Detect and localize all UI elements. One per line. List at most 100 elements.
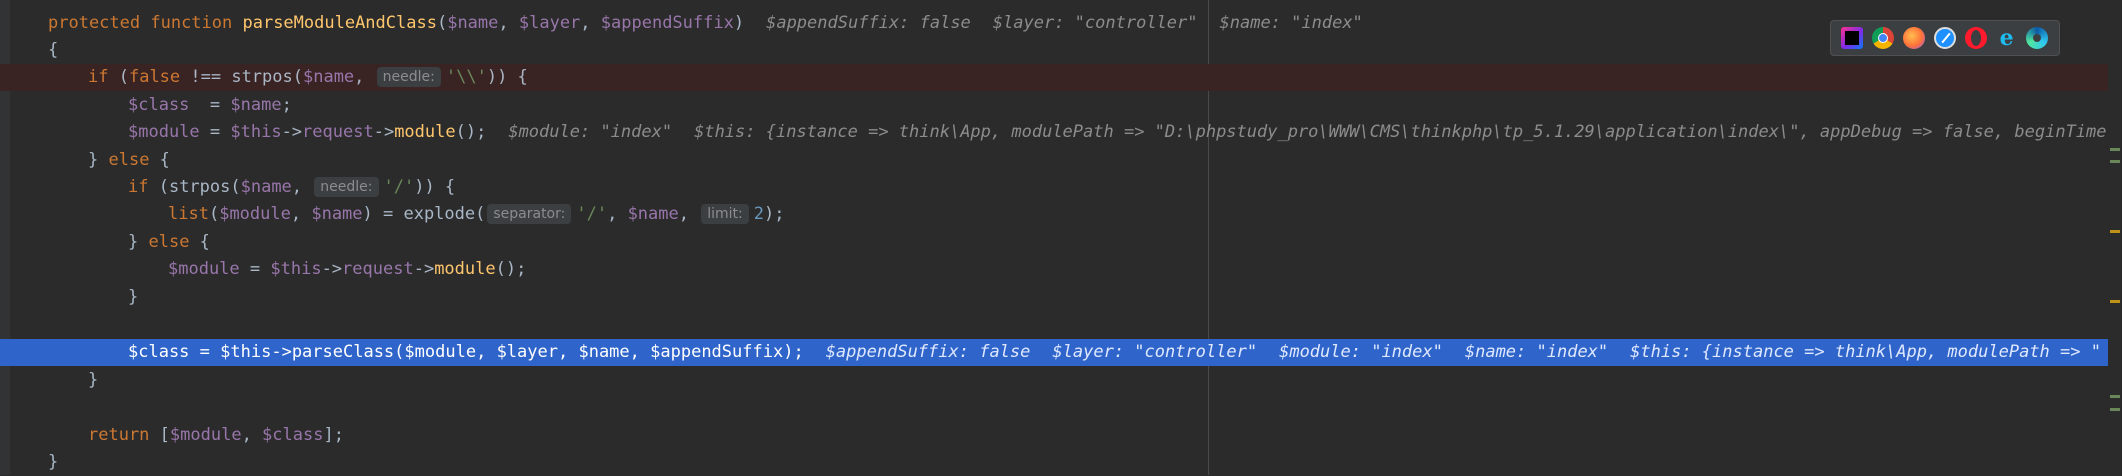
debug-inline-value[interactable]: $name: "index"	[1465, 342, 1608, 362]
code-token: return	[88, 425, 160, 445]
code-line-blank-2[interactable]	[0, 394, 2122, 421]
code-line-inner-close[interactable]: }	[0, 284, 2122, 311]
parameter-hint: needle:	[376, 67, 441, 87]
code-token: ,	[678, 204, 700, 224]
code-line-parse-class[interactable]: $class = $this->parseClass($module, $lay…	[0, 339, 2122, 366]
code-text: }	[48, 367, 98, 394]
code-line-return[interactable]: return [$module, $class];	[0, 422, 2122, 449]
code-token: false	[128, 67, 191, 87]
code-token: (	[118, 67, 129, 87]
code-line-list-explode[interactable]: list($module, $name) = explode(separator…	[0, 201, 2122, 228]
code-token: );	[783, 342, 804, 362]
code-token: }	[48, 452, 59, 472]
code-token: (strpos(	[158, 177, 241, 197]
code-text: $class = $this->parseClass($module, $lay…	[48, 339, 2101, 366]
stripe-marker[interactable]	[2110, 395, 2120, 398]
code-token: =	[189, 95, 231, 115]
parameter-hint: needle:	[314, 177, 379, 197]
code-token: ,	[290, 204, 312, 224]
code-line-else-open[interactable]: } else {	[0, 147, 2122, 174]
code-token: if	[88, 67, 119, 87]
debug-inline-value[interactable]: $appendSuffix: false	[766, 13, 971, 33]
stripe-marker[interactable]	[2110, 160, 2120, 163]
code-token: }	[128, 287, 139, 307]
code-token: ();	[495, 259, 527, 279]
code-text: } else {	[48, 229, 210, 256]
code-text: $class = $name;	[48, 92, 292, 119]
chrome-icon[interactable]	[1872, 27, 1895, 49]
code-token: ->	[413, 259, 435, 279]
code-token: ) = explode(	[362, 204, 486, 224]
code-token: ,	[241, 425, 263, 445]
code-line-if-strpos[interactable]: if (false !== strpos($name, needle: '\\')…	[0, 64, 2122, 91]
code-token: protected	[48, 13, 151, 33]
debug-inline-value[interactable]: $layer: "controller"	[993, 13, 1198, 33]
code-token: $name	[627, 204, 679, 224]
code-token: ,	[557, 342, 579, 362]
code-text: {	[48, 37, 58, 64]
code-text: if (false !== strpos($name, needle: '\\')…	[48, 64, 528, 91]
code-token: $class	[262, 425, 324, 445]
code-text: }	[48, 284, 138, 311]
code-token: ,	[354, 67, 375, 87]
safari-icon[interactable]	[1933, 27, 1956, 49]
code-token: $appendSuffix	[650, 342, 784, 362]
code-token: function	[150, 13, 243, 33]
internet-explorer-icon[interactable]: e	[1996, 27, 2018, 49]
firefox-icon[interactable]	[1903, 27, 1926, 49]
code-token: $name	[578, 342, 630, 362]
code-token: }	[128, 232, 149, 252]
code-line-module-assign-2[interactable]: $module = $this->request->module();	[0, 256, 2122, 283]
phpstorm-icon[interactable]	[1841, 27, 1864, 49]
code-token: ,	[291, 177, 313, 197]
code-line-func-close[interactable]: }	[0, 449, 2122, 476]
code-token: else	[108, 150, 160, 170]
debug-inline-value[interactable]: $this: {instance => think\App, modulePat…	[694, 122, 2122, 142]
code-text: list($module, $name) = explode(separator…	[48, 201, 784, 228]
open-in-browser-toolbar: e	[1830, 20, 2060, 56]
code-token: $name	[230, 95, 282, 115]
code-token: $module	[168, 259, 240, 279]
error-stripe[interactable]	[2108, 0, 2122, 475]
code-line-outer-close[interactable]: }	[0, 367, 2122, 394]
debug-inline-value[interactable]: $module: "index"	[508, 122, 672, 142]
code-token: $class	[128, 342, 190, 362]
code-token: $layer	[496, 342, 558, 362]
code-token: }	[88, 370, 99, 390]
code-token: else	[148, 232, 200, 252]
code-line-inner-else[interactable]: } else {	[0, 229, 2122, 256]
debug-inline-value[interactable]: $this: {instance => think\App, modulePat…	[1630, 342, 2101, 362]
code-token: parseClass	[291, 342, 395, 362]
code-line-blank-1[interactable]	[0, 311, 2122, 338]
debug-inline-value[interactable]: $name: "index"	[1220, 13, 1363, 33]
code-token: {	[159, 150, 170, 170]
stripe-marker[interactable]	[2110, 148, 2120, 151]
code-token: if	[128, 177, 159, 197]
code-line-open-brace[interactable]: {	[0, 37, 2122, 64]
debug-inline-value[interactable]: $appendSuffix: false	[826, 342, 1031, 362]
code-line-func-decl[interactable]: protected function parseModuleAndClass($…	[0, 10, 2122, 37]
code-token: (	[436, 13, 448, 33]
code-token: $this	[220, 342, 272, 362]
debug-inline-value[interactable]: $module: "index"	[1279, 342, 1443, 362]
code-token: $name	[240, 177, 292, 197]
code-token: $appendSuffix	[600, 13, 734, 33]
stripe-marker[interactable]	[2110, 230, 2120, 233]
code-token: ,	[607, 204, 628, 224]
code-token: $module	[128, 122, 200, 142]
opera-icon[interactable]	[1964, 27, 1987, 49]
stripe-marker[interactable]	[2110, 408, 2120, 411]
edge-icon[interactable]	[2026, 27, 2049, 49]
code-line-if-slash[interactable]: if (strpos($name, needle: '/')) {	[0, 174, 2122, 201]
code-token: $module	[169, 425, 242, 445]
code-text: $module = $this->request->module();	[48, 256, 526, 283]
code-token: $name	[302, 67, 355, 87]
code-token: ();	[455, 122, 487, 142]
stripe-marker[interactable]	[2110, 300, 2120, 303]
code-token: )) {	[486, 67, 528, 87]
code-line-class-assign[interactable]: $class = $name;	[0, 92, 2122, 119]
code-token: ;	[281, 95, 292, 115]
debug-inline-value[interactable]: $layer: "controller"	[1052, 342, 1257, 362]
code-line-module-assign[interactable]: $module = $this->request->module(); $modu…	[0, 119, 2122, 146]
